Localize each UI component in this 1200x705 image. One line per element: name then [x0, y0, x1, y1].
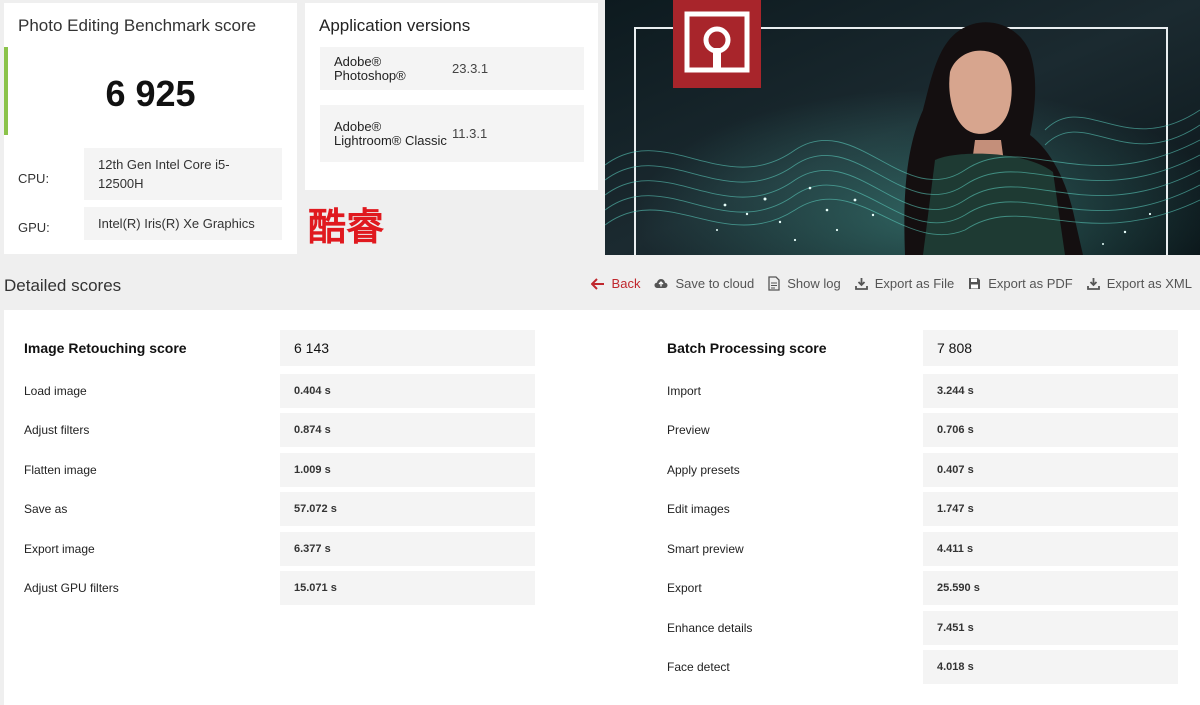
- test-label: Adjust GPU filters: [24, 581, 119, 595]
- export-xml-button[interactable]: Export as XML: [1086, 276, 1192, 291]
- save-to-cloud-label: Save to cloud: [675, 276, 755, 291]
- export-file-label: Export as File: [874, 276, 955, 291]
- save-to-cloud-button[interactable]: Save to cloud: [654, 276, 754, 291]
- cpu-label: CPU:: [18, 171, 50, 186]
- floppy-disk-icon: [969, 278, 981, 289]
- cpu-value: 12th Gen Intel Core i5-12500H: [84, 148, 282, 200]
- test-label: Export image: [24, 542, 95, 556]
- test-label: Save as: [24, 502, 68, 516]
- app-name: Adobe® Lightroom® Classic: [334, 118, 447, 148]
- export-file-button[interactable]: Export as File: [854, 276, 955, 291]
- show-log-button[interactable]: Show log: [768, 276, 841, 291]
- score-row: Export image 6.377 s: [8, 532, 535, 566]
- benchmark-score-card: Photo Editing Benchmark score 6 925 CPU:…: [4, 3, 297, 254]
- hero-banner-illustration: [605, 0, 1200, 255]
- back-button[interactable]: Back: [590, 276, 641, 291]
- benchmark-score-title: Photo Editing Benchmark score: [18, 16, 257, 35]
- test-label: Import: [667, 384, 702, 398]
- hero-banner-image: [605, 0, 1200, 255]
- test-value: 0.874 s: [280, 413, 535, 447]
- application-versions-title: Application versions: [319, 16, 471, 35]
- test-value: 15.071 s: [280, 571, 535, 605]
- test-value: 4.018 s: [923, 650, 1178, 684]
- test-label: Apply presets: [667, 463, 740, 477]
- test-value: 25.590 s: [923, 571, 1178, 605]
- test-value: 0.706 s: [923, 413, 1178, 447]
- download-icon: [854, 278, 868, 290]
- results-toolbar: Back Save to cloud Show log Export as Fi…: [590, 276, 1192, 291]
- test-label: Export: [667, 581, 702, 595]
- app-version: 11.3.1: [452, 126, 488, 141]
- arrow-left-icon: [590, 277, 604, 290]
- app-version: 23.3.1: [452, 61, 489, 76]
- gpu-label: GPU:: [18, 220, 50, 235]
- section-score-label: Batch Processing score: [667, 340, 827, 356]
- benchmark-score-value: 6 925: [105, 73, 196, 114]
- cloud-upload-icon: [654, 279, 668, 288]
- back-label: Back: [611, 276, 641, 291]
- test-label: Flatten image: [24, 463, 97, 477]
- score-row: Adjust filters 0.874 s: [8, 413, 535, 447]
- score-row: Apply presets 0.407 s: [651, 453, 1178, 487]
- detailed-scores-card: Image Retouching score 6 143 Load image …: [4, 310, 1200, 705]
- application-versions-card: Application versions Adobe® Photoshop® 2…: [305, 3, 598, 190]
- score-row: Flatten image 1.009 s: [8, 453, 535, 487]
- score-row: Smart preview 4.411 s: [651, 532, 1178, 566]
- section-score-value: 7 808: [923, 330, 1178, 366]
- score-row: Batch Processing score 7 808: [651, 330, 1178, 366]
- test-value: 1.009 s: [280, 453, 535, 487]
- section-score-label: Image Retouching score: [24, 340, 187, 356]
- test-value: 1.747 s: [923, 492, 1178, 526]
- app-name: Adobe® Photoshop®: [334, 53, 406, 83]
- score-row: Load image 0.404 s: [8, 374, 535, 408]
- score-row: Import 3.244 s: [651, 374, 1178, 408]
- score-row: Save as 57.072 s: [8, 492, 535, 526]
- app-version-row: Adobe® Photoshop® 23.3.1: [320, 47, 584, 90]
- score-row: Export 25.590 s: [651, 571, 1178, 605]
- test-value: 4.411 s: [923, 532, 1178, 566]
- export-pdf-button[interactable]: Export as PDF: [968, 276, 1073, 291]
- score-row: Image Retouching score 6 143: [8, 330, 535, 366]
- test-label: Face detect: [667, 660, 730, 674]
- test-label: Adjust filters: [24, 423, 90, 437]
- download-icon: [1086, 278, 1100, 290]
- score-row: Face detect 4.018 s: [651, 650, 1178, 684]
- gpu-value: Intel(R) Iris(R) Xe Graphics: [84, 207, 282, 240]
- test-value: 0.407 s: [923, 453, 1178, 487]
- detailed-scores-title: Detailed scores: [4, 276, 122, 295]
- test-label: Load image: [24, 384, 87, 398]
- test-label: Edit images: [667, 502, 730, 516]
- test-label: Enhance details: [667, 621, 753, 635]
- test-label: Smart preview: [667, 542, 744, 556]
- test-value: 0.404 s: [280, 374, 535, 408]
- test-label: Preview: [667, 423, 710, 437]
- brand-overlay-text: 酷睿: [308, 205, 385, 249]
- section-score-value: 6 143: [280, 330, 535, 366]
- test-value: 3.244 s: [923, 374, 1178, 408]
- test-value: 6.377 s: [280, 532, 535, 566]
- export-xml-label: Export as XML: [1106, 276, 1192, 291]
- show-log-label: Show log: [787, 276, 841, 291]
- app-version-row: Adobe® Lightroom® Classic 11.3.1: [320, 105, 584, 162]
- score-row: Enhance details 7.451 s: [651, 611, 1178, 645]
- score-row: Edit images 1.747 s: [651, 492, 1178, 526]
- score-row: Adjust GPU filters 15.071 s: [8, 571, 535, 605]
- test-value: 7.451 s: [923, 611, 1178, 645]
- export-pdf-label: Export as PDF: [988, 276, 1073, 291]
- test-value: 57.072 s: [280, 492, 535, 526]
- score-row: Preview 0.706 s: [651, 413, 1178, 447]
- document-icon: [768, 276, 780, 291]
